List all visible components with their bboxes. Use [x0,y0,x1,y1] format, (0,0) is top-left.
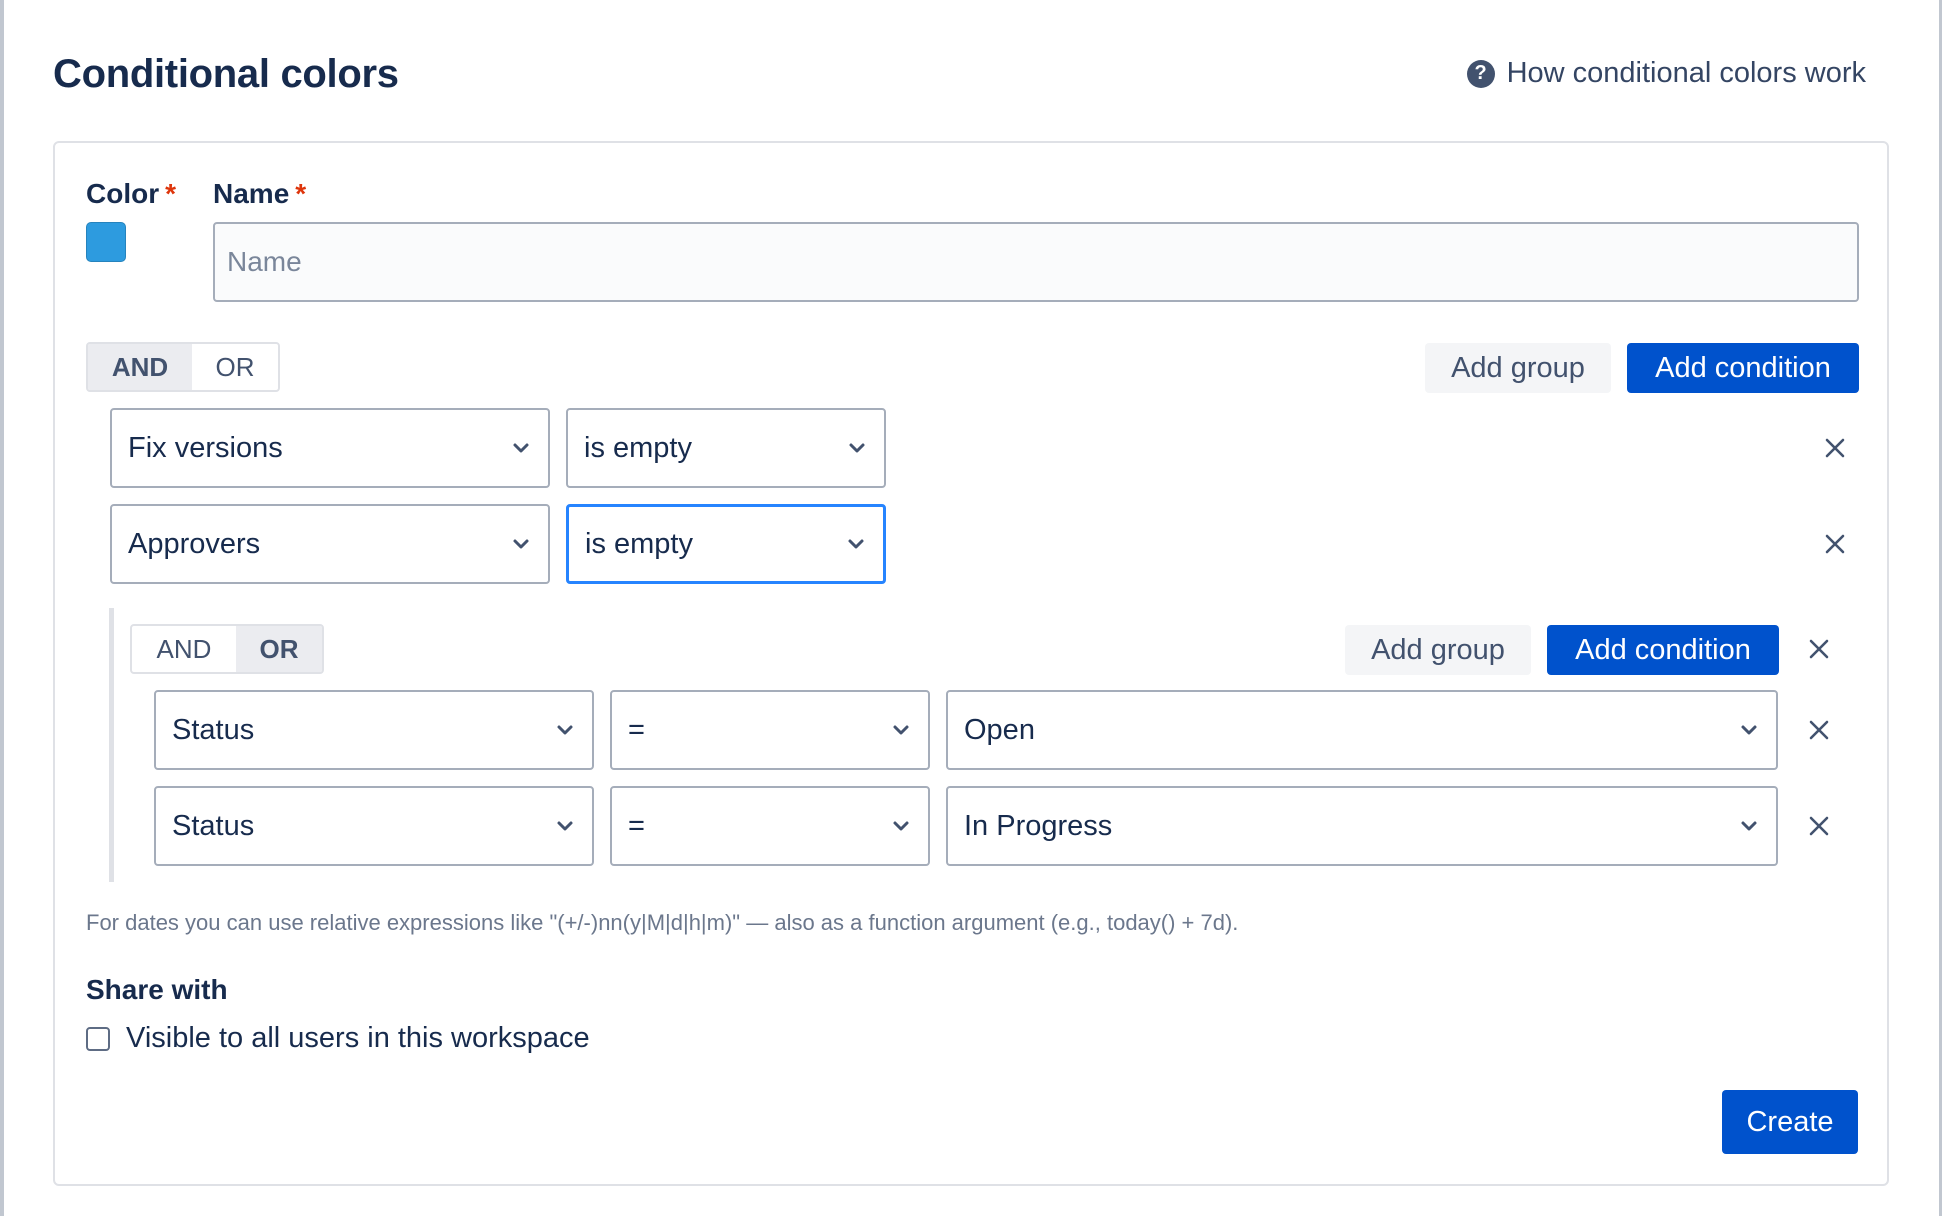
chevron-down-icon [510,533,532,555]
required-mark: * [165,178,177,209]
condition-operator-select[interactable]: is empty [566,504,886,584]
root-add-group-button[interactable]: Add group [1425,343,1611,393]
share-visible-checkbox[interactable] [86,1026,110,1051]
chevron-down-icon [1738,719,1760,741]
remove-condition-button[interactable] [1820,433,1850,463]
help-link-label: How conditional colors work [1506,57,1866,89]
remove-condition-button[interactable] [1804,811,1834,841]
close-icon [1825,438,1845,458]
chevron-down-icon [845,533,867,555]
root-logic-and[interactable]: AND [88,344,192,390]
sub-add-condition-button[interactable]: Add condition [1547,625,1779,675]
date-expression-hint: For dates you can use relative expressio… [86,910,1239,935]
close-icon [1809,639,1829,659]
chevron-down-icon [890,719,912,741]
question-circle-icon: ? [1466,59,1495,88]
window-left-edge [0,0,4,1216]
condition-value-select[interactable]: Open [946,690,1778,770]
share-visible-option: Visible to all users in this workspace [86,1022,590,1055]
condition-field-select[interactable]: Approvers [110,504,550,584]
condition-operator-select[interactable]: is empty [566,408,886,488]
sub-logic-and[interactable]: AND [132,626,236,672]
create-button[interactable]: Create [1722,1090,1858,1154]
name-input[interactable] [213,222,1859,302]
chevron-down-icon [1738,815,1760,837]
share-with-heading: Share with [86,974,228,1005]
remove-condition-button[interactable] [1820,529,1850,559]
chevron-down-icon [554,719,576,741]
sub-add-group-button[interactable]: Add group [1345,625,1531,675]
chevron-down-icon [510,437,532,459]
sub-group-indent-bar [109,608,114,882]
remove-condition-button[interactable] [1804,715,1834,745]
chevron-down-icon [890,815,912,837]
sub-logic-or[interactable]: OR [236,626,322,672]
name-label: Name * [213,178,307,209]
chevron-down-icon [554,815,576,837]
required-mark: * [295,178,307,209]
condition-value-select[interactable]: In Progress [946,786,1778,866]
condition-field-select[interactable]: Fix versions [110,408,550,488]
color-picker-swatch[interactable] [86,222,126,262]
page-title: Conditional colors [53,52,399,96]
help-link[interactable]: ? How conditional colors work [1466,57,1866,90]
close-icon [1825,534,1845,554]
chevron-down-icon [846,437,868,459]
condition-operator-select[interactable]: = [610,690,930,770]
root-logic-toggle: AND OR [86,342,280,392]
color-label: Color * [86,178,177,209]
remove-group-button[interactable] [1804,634,1834,664]
share-visible-label: Visible to all users in this workspace [126,1022,590,1054]
close-icon [1809,720,1829,740]
root-add-condition-button[interactable]: Add condition [1627,343,1859,393]
root-logic-or[interactable]: OR [192,344,278,390]
sub-group-logic-toggle: AND OR [130,624,324,674]
condition-operator-select[interactable]: = [610,786,930,866]
condition-field-select[interactable]: Status [154,786,594,866]
close-icon [1809,816,1829,836]
condition-field-select[interactable]: Status [154,690,594,770]
